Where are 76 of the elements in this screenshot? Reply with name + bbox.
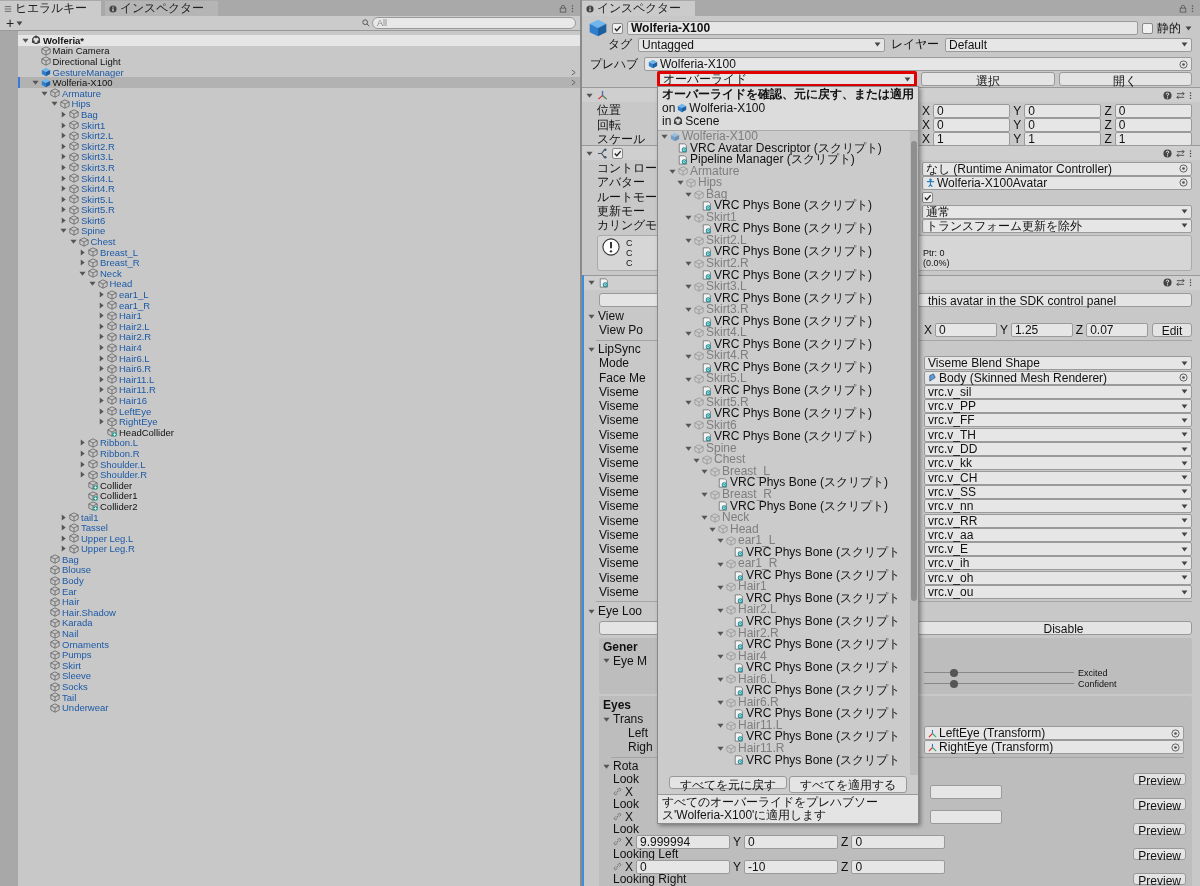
- axis-label: Z: [1075, 323, 1084, 338]
- axis-label: X: [922, 118, 930, 133]
- tooltip: すべてのオーバーライドをプレハブソース'Wolferia-X100'に適用します: [658, 794, 918, 823]
- field-label: 位置: [597, 102, 621, 119]
- field-label: 更新モー: [597, 203, 645, 220]
- axis-label: X: [922, 132, 930, 147]
- field-label: Righ: [628, 740, 653, 755]
- section-title: Rota: [613, 759, 639, 774]
- section-title: Eye Loo: [598, 604, 643, 618]
- panel-title: Eyes: [602, 699, 632, 713]
- axis-label: Y: [1013, 118, 1022, 133]
- field-label: タグ: [608, 36, 632, 53]
- info-text: Ptr: 0: [923, 247, 945, 258]
- axis-label: Y: [1013, 103, 1022, 118]
- axis-label: Z: [841, 859, 849, 874]
- panel-title: Gener: [602, 640, 638, 654]
- info-text: C: [626, 257, 633, 268]
- section-title: Eye M: [613, 653, 647, 668]
- axis-label: X: [924, 323, 932, 338]
- context-label: in: [662, 113, 672, 128]
- slider-label: Confident: [1078, 678, 1117, 689]
- field-label: Viseme: [599, 413, 639, 428]
- field-label: Face Me: [599, 370, 646, 385]
- axis-label: Y: [999, 323, 1008, 338]
- field-label: Mode: [599, 356, 630, 371]
- field-label: Viseme: [599, 570, 639, 585]
- field-label: Viseme: [599, 585, 639, 600]
- field-label: Viseme: [599, 513, 639, 528]
- field-label: Viseme: [599, 542, 639, 557]
- context-label: on: [662, 100, 676, 115]
- rotation-label: Looking Right: [613, 872, 687, 886]
- field-label: Viseme: [599, 456, 639, 471]
- rotation-label: Looking Left: [613, 847, 679, 862]
- field-label: Viseme: [599, 470, 639, 485]
- info-text: C: [626, 237, 633, 248]
- info-text: C: [626, 247, 633, 258]
- scene-name: Scene: [685, 113, 720, 128]
- section-title: LipSync: [598, 342, 641, 357]
- field-label: Viseme: [599, 527, 639, 542]
- slider-label: Excited: [1078, 667, 1108, 678]
- field-label: Viseme: [599, 442, 639, 457]
- axis-label: Y: [1013, 132, 1022, 147]
- axis-label: Z: [841, 834, 849, 849]
- field-label: プレハブ: [590, 55, 638, 73]
- rotation-label: Look: [613, 822, 640, 837]
- axis-label: X: [625, 809, 633, 824]
- field-label: Viseme: [599, 499, 639, 514]
- field-label: Viseme: [599, 556, 639, 571]
- section-title: Trans: [613, 712, 644, 727]
- axis-label: X: [922, 103, 930, 118]
- axis-label: Z: [1104, 118, 1112, 133]
- field-label: コントロー: [597, 160, 657, 177]
- axis-label: X: [625, 859, 633, 874]
- field-label: カリングモ: [597, 217, 657, 235]
- popup-title: オーバーライドを確認、元に戻す、または適用: [662, 88, 914, 101]
- field-label: View Po: [599, 323, 643, 338]
- axis-label: X: [625, 834, 633, 849]
- field-label: 回転: [597, 116, 621, 134]
- field-label: Viseme: [599, 384, 639, 399]
- field-label: Viseme: [599, 427, 639, 442]
- info-text: (0.0%): [923, 257, 950, 268]
- field-label: Viseme: [599, 399, 639, 414]
- section-title: View: [598, 309, 624, 324]
- field-label: レイヤー: [891, 36, 939, 53]
- axis-label: Z: [1104, 132, 1112, 147]
- prefab-name: Wolferia-X100: [689, 100, 766, 115]
- axis-label: Y: [733, 834, 742, 849]
- axis-label: Y: [733, 859, 742, 874]
- axis-label: X: [625, 784, 633, 799]
- field-label: Viseme: [599, 484, 639, 499]
- axis-label: Z: [1104, 103, 1112, 118]
- static-label: 静的: [1157, 19, 1181, 37]
- field-label: Left: [628, 726, 648, 741]
- rotation-label: Look: [613, 797, 640, 812]
- rotation-label: Look: [613, 772, 640, 787]
- field-label: スケール: [597, 131, 645, 148]
